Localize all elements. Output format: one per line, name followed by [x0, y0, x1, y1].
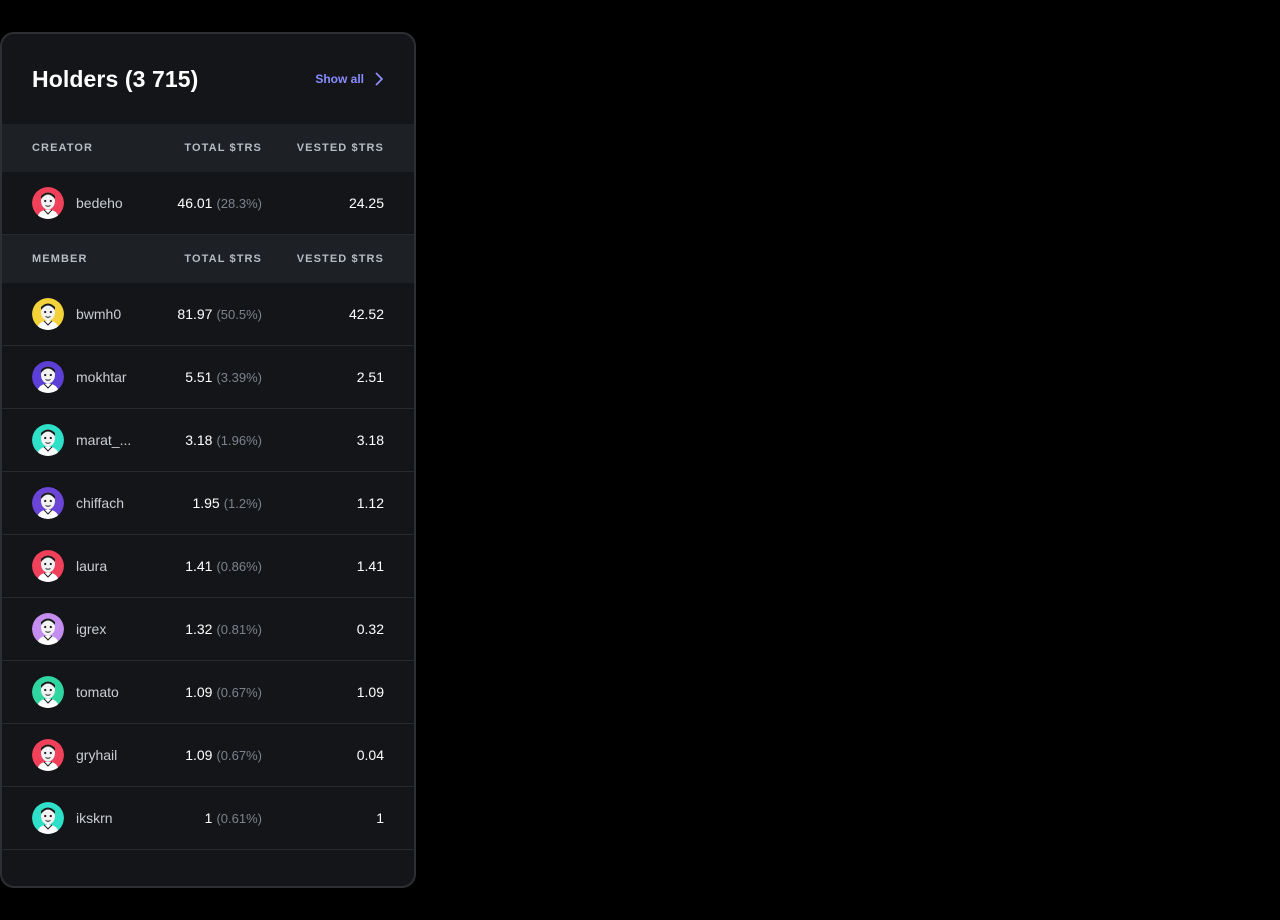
total-trs-cell: 81.97 (50.5%) — [162, 306, 262, 322]
member-cell: tomato — [32, 676, 162, 708]
member-handle[interactable]: marat_... — [76, 432, 131, 448]
vested-trs-value: 0.04 — [356, 747, 384, 763]
panel-header: Holders (3 715) Show all — [2, 34, 414, 124]
total-trs-percent: (0.81%) — [216, 622, 262, 637]
vested-trs-value: 42.52 — [348, 306, 384, 322]
panel-title: Holders (3 715) — [32, 65, 199, 92]
holder-row[interactable]: igrex 1.32 (0.81%) 0.32 — [2, 598, 414, 661]
holder-row[interactable]: marat_... 3.18 (1.96%) 3.18 — [2, 409, 414, 472]
member-cell: igrex — [32, 613, 162, 645]
member-cell: bwmh0 — [32, 298, 162, 330]
holder-row[interactable]: gryhail 1.09 (0.67%) 0.04 — [2, 724, 414, 787]
member-handle[interactable]: mokhtar — [76, 369, 127, 385]
member-handle[interactable]: ikskrn — [76, 810, 113, 826]
total-trs-percent: (50.5%) — [216, 307, 262, 322]
vested-trs-value: 1 — [376, 810, 384, 826]
total-trs-percent: (1.96%) — [216, 433, 262, 448]
member-list: bwmh0 81.97 (50.5%) 42.52 mokhtar 5.51 (3.39%)… — [2, 283, 414, 850]
holder-row[interactable]: chiffach 1.95 (1.2%) 1.12 — [2, 472, 414, 535]
total-trs-percent: (0.86%) — [216, 559, 262, 574]
avatar-portrait-icon[interactable] — [32, 739, 64, 771]
total-trs-cell: 1.09 (0.67%) — [162, 747, 262, 763]
total-trs-value: 46.01 — [177, 195, 213, 211]
member-handle[interactable]: gryhail — [76, 747, 117, 763]
member-handle[interactable]: chiffach — [76, 495, 124, 511]
member-handle[interactable]: bwmh0 — [76, 306, 121, 322]
member-cell: laura — [32, 550, 162, 582]
column-header-creator: CREATOR — [32, 142, 94, 154]
total-trs-value: 81.97 — [177, 306, 213, 322]
member-cell: mokhtar — [32, 361, 162, 393]
total-trs-cell: 1.95 (1.2%) — [162, 495, 262, 511]
total-trs-cell: 46.01 (28.3%) — [162, 195, 262, 211]
total-trs-cell: 3.18 (1.96%) — [162, 432, 262, 448]
total-trs-cell: 1.09 (0.67%) — [162, 684, 262, 700]
member-handle[interactable]: igrex — [76, 621, 106, 637]
member-cell: ikskrn — [32, 802, 162, 834]
member-cell: bedeho — [32, 187, 162, 219]
vested-trs-value: 24.25 — [348, 195, 384, 211]
total-trs-value: 5.51 — [185, 369, 213, 385]
vested-trs-value: 1.41 — [356, 558, 384, 574]
total-trs-value: 1.41 — [185, 558, 213, 574]
member-cell: marat_... — [32, 424, 162, 456]
column-header-vested: VESTED $TRS — [296, 253, 384, 265]
member-handle[interactable]: tomato — [76, 684, 119, 700]
holder-row[interactable]: mokhtar 5.51 (3.39%) 2.51 — [2, 346, 414, 409]
total-trs-cell: 1.41 (0.86%) — [162, 558, 262, 574]
vested-trs-value: 1.12 — [356, 495, 384, 511]
holder-row[interactable]: bwmh0 81.97 (50.5%) 42.52 — [2, 283, 414, 346]
member-cell: gryhail — [32, 739, 162, 771]
holder-row[interactable]: tomato 1.09 (0.67%) 1.09 — [2, 661, 414, 724]
total-trs-value: 1.09 — [185, 684, 213, 700]
total-trs-percent: (0.67%) — [216, 685, 262, 700]
avatar-portrait-icon[interactable] — [32, 361, 64, 393]
column-header-total: TOTAL $TRS — [184, 142, 262, 154]
creator-column-header: CREATOR TOTAL $TRS VESTED $TRS — [2, 124, 414, 172]
vested-trs-value: 2.51 — [356, 369, 384, 385]
total-trs-cell: 1 (0.61%) — [162, 810, 262, 826]
member-cell: chiffach — [32, 487, 162, 519]
total-trs-percent: (0.61%) — [216, 811, 262, 826]
column-header-member: MEMBER — [32, 253, 88, 265]
holder-row[interactable]: laura 1.41 (0.86%) 1.41 — [2, 535, 414, 598]
avatar-portrait-icon[interactable] — [32, 613, 64, 645]
holders-panel: Holders (3 715) Show all CREATOR TOTAL $… — [0, 32, 416, 888]
total-trs-percent: (3.39%) — [216, 370, 262, 385]
total-trs-value: 1 — [204, 810, 213, 826]
holder-row[interactable]: bedeho 46.01 (28.3%) 24.25 — [2, 172, 414, 235]
creator-list: bedeho 46.01 (28.3%) 24.25 — [2, 172, 414, 235]
column-header-vested: VESTED $TRS — [296, 142, 384, 154]
total-trs-cell: 5.51 (3.39%) — [162, 369, 262, 385]
holder-row[interactable]: ikskrn 1 (0.61%) 1 — [2, 787, 414, 850]
chevron-right-icon — [374, 72, 384, 86]
total-trs-value: 1.95 — [192, 495, 220, 511]
avatar-portrait-icon[interactable] — [32, 550, 64, 582]
total-trs-percent: (1.2%) — [223, 496, 262, 511]
total-trs-percent: (0.67%) — [216, 748, 262, 763]
avatar-portrait-icon[interactable] — [32, 487, 64, 519]
vested-trs-value: 0.32 — [356, 621, 384, 637]
total-trs-cell: 1.32 (0.81%) — [162, 621, 262, 637]
total-trs-value: 1.32 — [185, 621, 213, 637]
member-handle[interactable]: laura — [76, 558, 107, 574]
avatar-portrait-icon[interactable] — [32, 424, 64, 456]
total-trs-percent: (28.3%) — [216, 196, 262, 211]
member-column-header: MEMBER TOTAL $TRS VESTED $TRS — [2, 235, 414, 283]
total-trs-value: 3.18 — [185, 432, 213, 448]
show-all-button[interactable]: Show all — [315, 72, 384, 86]
show-all-label: Show all — [315, 72, 364, 86]
column-header-total: TOTAL $TRS — [184, 253, 262, 265]
member-handle[interactable]: bedeho — [76, 195, 123, 211]
vested-trs-value: 3.18 — [356, 432, 384, 448]
avatar-portrait-icon[interactable] — [32, 676, 64, 708]
avatar-portrait-icon[interactable] — [32, 187, 64, 219]
avatar-portrait-icon[interactable] — [32, 802, 64, 834]
total-trs-value: 1.09 — [185, 747, 213, 763]
avatar-portrait-icon[interactable] — [32, 298, 64, 330]
vested-trs-value: 1.09 — [356, 684, 384, 700]
